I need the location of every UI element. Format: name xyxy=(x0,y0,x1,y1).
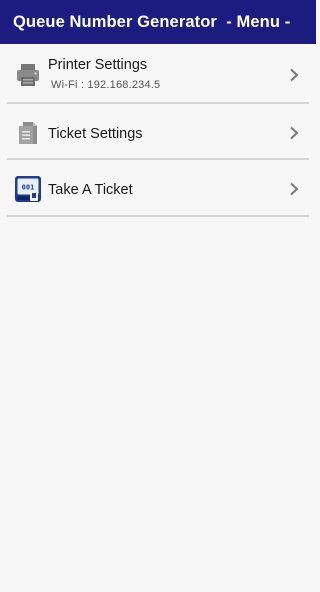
menu-item-ticket-settings[interactable]: Ticket Settings xyxy=(7,104,309,160)
menu-item-label: Take A Ticket xyxy=(48,182,133,198)
chevron-right-icon xyxy=(287,68,301,82)
ticket-machine-icon: 001 xyxy=(14,175,42,203)
document-icon xyxy=(14,119,42,147)
app-title: Queue Number Generator - Menu - xyxy=(13,12,291,31)
printer-address: Wi-Fi : 192.168.234.5 xyxy=(51,79,161,91)
chevron-right-icon xyxy=(287,126,301,140)
menu-item-printer-settings[interactable]: Printer Settings Wi-Fi : 192.168.234.5 xyxy=(7,44,309,104)
menu-item-label: Printer Settings xyxy=(48,57,148,73)
chevron-right-icon xyxy=(287,182,301,196)
menu-item-label: Ticket Settings xyxy=(48,126,143,142)
menu-list: Printer Settings Wi-Fi : 192.168.234.5 T… xyxy=(0,44,316,217)
app-bar: Queue Number Generator - Menu - xyxy=(0,0,316,44)
printer-icon xyxy=(14,61,42,89)
menu-item-take-a-ticket[interactable]: 001 Take A Ticket xyxy=(7,160,309,217)
